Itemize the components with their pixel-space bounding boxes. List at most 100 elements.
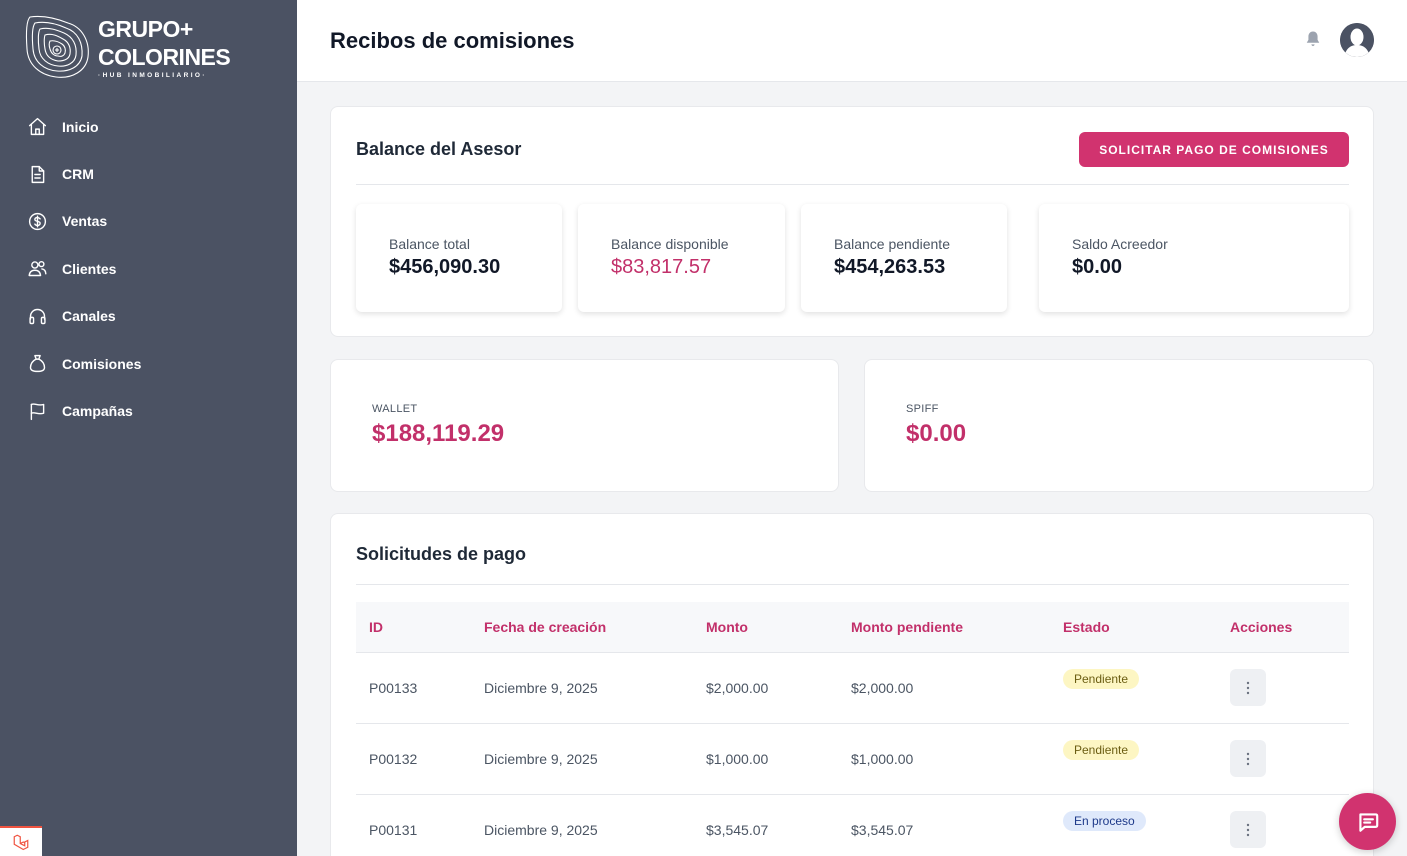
- column-header-status[interactable]: Estado: [1050, 602, 1217, 652]
- request-commission-payment-button[interactable]: SOLICITAR PAGO DE COMISIONES: [1079, 132, 1349, 167]
- sidebar-item-label: Clientes: [62, 260, 117, 277]
- payment-requests-card: Solicitudes de pago ID Fecha de creación…: [330, 513, 1374, 856]
- table-row: P00133 Diciembre 9, 2025 $2,000.00 $2,00…: [356, 652, 1349, 723]
- cell-actions: [1217, 794, 1349, 856]
- sidebar-item-ventas[interactable]: Ventas: [0, 198, 297, 245]
- bell-icon: [1306, 31, 1320, 47]
- payment-requests-title: Solicitudes de pago: [356, 544, 527, 564]
- spiff-card: SPIFF $0.00: [864, 359, 1374, 492]
- dollar-circle-icon: [26, 210, 48, 232]
- cell-id: P00132: [369, 750, 418, 767]
- cell-actions: [1217, 723, 1349, 794]
- stat-balance-available: Balance disponible $83,817.57: [578, 204, 785, 312]
- sidebar-item-campanas[interactable]: Campañas: [0, 387, 297, 434]
- cell-pending-amount: $3,545.07: [851, 821, 914, 838]
- column-header-date[interactable]: Fecha de creación: [471, 602, 693, 652]
- notifications-button[interactable]: [1303, 29, 1325, 51]
- column-header-id[interactable]: ID: [356, 602, 471, 652]
- stat-value: $83,817.57: [611, 256, 712, 278]
- user-avatar[interactable]: [1340, 23, 1374, 57]
- sidebar-item-label: Ventas: [62, 213, 108, 230]
- stat-balance-total: Balance total $456,090.30: [356, 204, 562, 312]
- sidebar-item-label: Campañas: [62, 403, 133, 420]
- column-header-actions: Acciones: [1230, 618, 1293, 635]
- cell-status: Pendiente: [1050, 723, 1217, 794]
- wallet-card: WALLET $188,119.29: [330, 359, 839, 492]
- cell-amount: $1,000.00: [706, 750, 769, 767]
- sidebar-item-label: Comisiones: [62, 355, 142, 372]
- divider: [356, 184, 1349, 185]
- chat-button[interactable]: [1339, 793, 1396, 850]
- page-title: Recibos de comisiones: [330, 28, 575, 53]
- stat-label: Balance disponible: [611, 236, 729, 252]
- brand-name-line1: GRUPO+: [98, 16, 193, 42]
- headset-icon: [26, 305, 48, 327]
- sidebar-item-crm[interactable]: CRM: [0, 150, 297, 197]
- sidebar-item-comisiones[interactable]: Comisiones: [0, 340, 297, 387]
- stat-label: Balance total: [389, 236, 470, 252]
- more-vertical-icon: [1246, 823, 1250, 836]
- column-header-amount[interactable]: Monto: [693, 602, 838, 652]
- sidebar-item-label: Canales: [62, 308, 116, 325]
- brand-logo[interactable]: GRUPO+ COLORINES ·HUB INMOBILIARIO·: [24, 13, 244, 83]
- more-vertical-icon: [1246, 681, 1250, 694]
- status-badge: Pendiente: [1063, 668, 1140, 689]
- sidebar-item-label: CRM: [62, 166, 94, 183]
- user-silhouette-icon: [1340, 23, 1374, 57]
- stat-label: Saldo Acreedor: [1072, 236, 1168, 252]
- cell-id: P00131: [369, 821, 418, 838]
- cell-amount: $2,000.00: [706, 679, 769, 696]
- stat-creditor-balance: Saldo Acreedor $0.00: [1039, 204, 1349, 312]
- stat-value: $456,090.30: [389, 256, 501, 278]
- spiff-value: $0.00: [906, 420, 967, 447]
- sidebar: GRUPO+ COLORINES ·HUB INMOBILIARIO· Inic…: [0, 0, 297, 856]
- table-header-row: ID Fecha de creación Monto Monto pendien…: [356, 602, 1349, 652]
- flag-icon: [26, 400, 48, 422]
- sidebar-item-canales[interactable]: Canales: [0, 293, 297, 340]
- table-row: P00131 Diciembre 9, 2025 $3,545.07 $3,54…: [356, 794, 1349, 856]
- balance-title: Balance del Asesor: [356, 139, 522, 159]
- laravel-icon: [13, 834, 29, 851]
- stat-value: $0.00: [1072, 256, 1123, 278]
- cell-amount: $3,545.07: [706, 821, 769, 838]
- top-header: Recibos de comisiones: [297, 0, 1407, 82]
- row-actions-button[interactable]: [1230, 811, 1266, 848]
- spiff-label: SPIFF: [906, 403, 939, 415]
- debug-toolbar-toggle[interactable]: [0, 826, 42, 856]
- payment-requests-table: ID Fecha de creación Monto Monto pendien…: [356, 602, 1349, 856]
- wallet-value: $188,119.29: [372, 420, 505, 447]
- cell-pending-amount: $1,000.00: [851, 750, 914, 767]
- cell-status: Pendiente: [1050, 652, 1217, 723]
- home-icon: [26, 116, 48, 138]
- document-icon: [26, 163, 48, 185]
- status-badge: Pendiente: [1063, 739, 1140, 760]
- cell-date: Diciembre 9, 2025: [484, 750, 598, 767]
- row-actions-button[interactable]: [1230, 669, 1266, 706]
- row-actions-button[interactable]: [1230, 740, 1266, 777]
- cell-status: En proceso: [1050, 794, 1217, 856]
- more-vertical-icon: [1246, 752, 1250, 765]
- sidebar-item-label: Inicio: [62, 118, 99, 135]
- brand-name-line2: COLORINES: [98, 44, 231, 70]
- cell-date: Diciembre 9, 2025: [484, 821, 598, 838]
- cell-id: P00133: [369, 679, 418, 696]
- chat-icon: [1358, 812, 1378, 832]
- cell-date: Diciembre 9, 2025: [484, 679, 598, 696]
- stat-label: Balance pendiente: [834, 236, 950, 252]
- users-icon: [26, 258, 48, 280]
- wallet-label: WALLET: [372, 403, 418, 415]
- stat-balance-pending: Balance pendiente $454,263.53: [801, 204, 1007, 312]
- sidebar-item-clientes[interactable]: Clientes: [0, 245, 297, 292]
- sidebar-item-inicio[interactable]: Inicio: [0, 103, 297, 150]
- column-header-pending-amount[interactable]: Monto pendiente: [838, 602, 1050, 652]
- topographic-logo-icon: [25, 15, 89, 78]
- divider: [356, 584, 1349, 585]
- stat-value: $454,263.53: [834, 256, 946, 278]
- cell-pending-amount: $2,000.00: [851, 679, 914, 696]
- sidebar-nav: Inicio CRM Ventas Clientes Canales Comis…: [0, 103, 297, 435]
- cell-actions: [1217, 652, 1349, 723]
- table-row: P00132 Diciembre 9, 2025 $1,000.00 $1,00…: [356, 723, 1349, 794]
- money-bag-icon: [26, 353, 48, 375]
- status-badge: En proceso: [1063, 810, 1146, 831]
- balance-card: Balance del Asesor SOLICITAR PAGO DE COM…: [330, 106, 1374, 337]
